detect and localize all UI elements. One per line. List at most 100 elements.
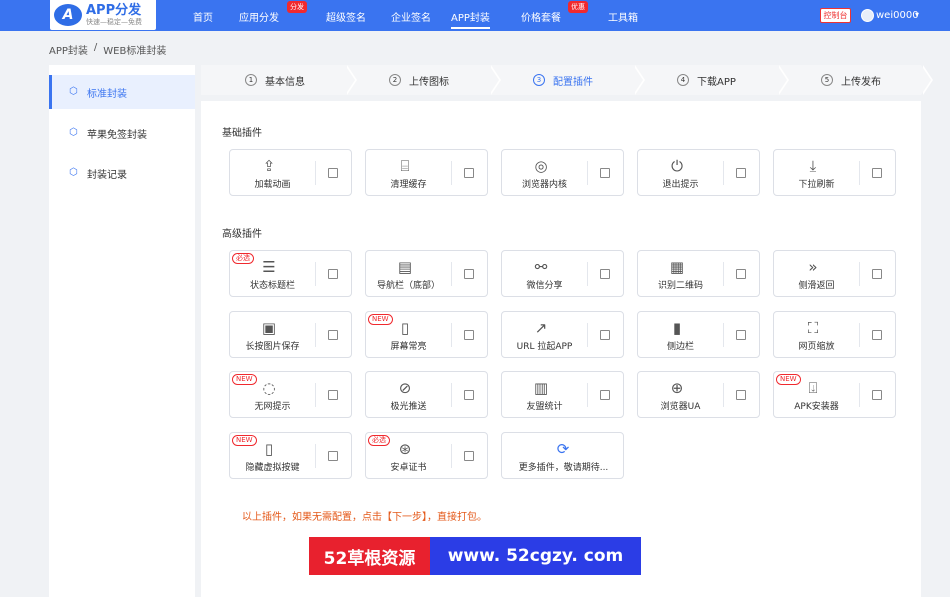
plugin-checkbox[interactable] xyxy=(464,451,474,461)
external-link-icon: ↗ xyxy=(534,319,548,337)
plugin-card[interactable]: ◌ 无网提示 NEW xyxy=(229,371,352,418)
sidebar: ⬡ 标准封装 ⬡ 苹果免签封装 ⬡ 封装记录 xyxy=(49,65,195,597)
avatar[interactable] xyxy=(861,9,874,22)
divider xyxy=(587,161,588,185)
sidebar-item-standard[interactable]: ⬡ 标准封装 xyxy=(49,75,195,109)
plugin-checkbox[interactable] xyxy=(328,390,338,400)
plugin-card[interactable]: ⤓ 下拉刷新 xyxy=(773,149,896,196)
upload-icon: ⇪ xyxy=(262,157,276,175)
plugin-card[interactable]: ▥ 友盟统计 xyxy=(501,371,624,418)
plugin-checkbox[interactable] xyxy=(464,168,474,178)
divider xyxy=(451,383,452,407)
plugin-checkbox[interactable] xyxy=(600,269,610,279)
divider xyxy=(315,444,316,468)
sidebar-item-records[interactable]: ⬡ 封装记录 xyxy=(49,156,195,190)
plugin-checkbox[interactable] xyxy=(872,269,882,279)
plugin-checkbox[interactable] xyxy=(464,330,474,340)
plugin-card[interactable]: ⊛ 安卓证书 必选 xyxy=(365,432,488,479)
certificate-icon: ⊛ xyxy=(398,440,412,458)
top-navbar: A APP分发 快速—稳定—免费 首页 应用分发 分发 超级签名 企业签名 APP… xyxy=(0,0,950,31)
divider xyxy=(859,323,860,347)
plugin-card[interactable]: ▦ 识别二维码 xyxy=(637,250,760,297)
plugin-card[interactable]: ↗ URL 拉起APP xyxy=(501,311,624,358)
bar-chart-icon: ▥ xyxy=(533,379,549,397)
document-icon: ▤ xyxy=(397,258,413,276)
plugin-label: APK安装器 xyxy=(794,402,839,412)
save-icon: ▣ xyxy=(261,319,277,337)
plugin-card[interactable]: ⊘ 极光推送 xyxy=(365,371,488,418)
menu-circle-icon: ☰ xyxy=(262,258,276,276)
pull-down-icon: ⤓ xyxy=(809,157,817,175)
nav-toolbox[interactable]: 工具箱 xyxy=(608,9,638,24)
nav-super-signature[interactable]: 超级签名 xyxy=(326,9,366,24)
plugin-card[interactable]: ⍗ APK安装器 NEW xyxy=(773,371,896,418)
sidebar-item-apple-unsigned[interactable]: ⬡ 苹果免签封装 xyxy=(49,116,195,150)
username[interactable]: wei0000 xyxy=(876,10,919,21)
push-icon: ⊘ xyxy=(398,379,412,397)
divider xyxy=(587,383,588,407)
plugin-label: 侧滑返回 xyxy=(798,281,835,291)
step-basic-info: 1 基本信息 xyxy=(201,65,357,95)
divider xyxy=(723,323,724,347)
plugin-card[interactable]: ▮ 侧边栏 xyxy=(637,311,760,358)
plugin-label: 微信分享 xyxy=(526,281,563,291)
plugin-card[interactable]: ☰ 状态标题栏 必选 xyxy=(229,250,352,297)
plugin-card[interactable]: ▣ 长按图片保存 xyxy=(229,311,352,358)
plugin-checkbox[interactable] xyxy=(600,390,610,400)
plugin-label: 网页缩放 xyxy=(798,342,835,352)
plugin-label: 浏览器内核 xyxy=(521,180,567,190)
globe-icon: ⊕ xyxy=(670,379,684,397)
nav-badge-distribution: 分发 xyxy=(287,1,307,13)
plugin-badge: NEW xyxy=(232,435,257,446)
plugin-checkbox[interactable] xyxy=(600,330,610,340)
plugin-card[interactable]: ⇪ 加载动画 xyxy=(229,149,352,196)
plugin-label: 清理缓存 xyxy=(390,180,427,190)
plugin-checkbox[interactable] xyxy=(464,390,474,400)
plugin-checkbox[interactable] xyxy=(600,168,610,178)
plugin-card[interactable]: ▤ 导航栏（底部） xyxy=(365,250,488,297)
nav-enterprise-signature[interactable]: 企业签名 xyxy=(391,9,431,24)
plugin-config-panel: 基础插件 ⇪ 加载动画 ⌸ 清理缓存 ◎ 浏览器内核 ⏻ 退出提示 ⤓ 下拉刷新 高级插件 ☰ 状态… xyxy=(201,101,921,597)
plugin-card[interactable]: ▯ 隐藏虚拟按键 NEW xyxy=(229,432,352,479)
plugin-checkbox[interactable] xyxy=(328,269,338,279)
chevron-down-icon[interactable]: ▾ xyxy=(915,10,919,19)
plugin-checkbox[interactable] xyxy=(328,168,338,178)
divider xyxy=(859,383,860,407)
plugin-checkbox[interactable] xyxy=(872,390,882,400)
plugin-card[interactable]: ▯ 屏幕常亮 NEW xyxy=(365,311,488,358)
breadcrumb-current: WEB标准封装 xyxy=(103,46,167,57)
nav-pricing[interactable]: 价格套餐 优惠 xyxy=(521,1,588,24)
divider xyxy=(723,262,724,286)
breadcrumb-root[interactable]: APP封装 xyxy=(49,42,88,57)
plugin-card[interactable]: ⌸ 清理缓存 xyxy=(365,149,488,196)
divider xyxy=(587,323,588,347)
plugin-checkbox[interactable] xyxy=(736,390,746,400)
plugin-checkbox[interactable] xyxy=(736,269,746,279)
plugin-checkbox[interactable] xyxy=(736,330,746,340)
power-icon: ⏻ xyxy=(671,157,683,175)
nav-badge-discount: 优惠 xyxy=(568,1,588,13)
nav-app-distribution[interactable]: 应用分发 分发 xyxy=(239,1,307,24)
plugin-card[interactable]: » 侧滑返回 xyxy=(773,250,896,297)
divider xyxy=(859,161,860,185)
plugin-checkbox[interactable] xyxy=(872,168,882,178)
plugin-card[interactable]: ⊕ 浏览器UA xyxy=(637,371,760,418)
plugin-card[interactable]: ⏻ 退出提示 xyxy=(637,149,760,196)
phone-icon: ▯ xyxy=(264,440,274,458)
divider xyxy=(587,262,588,286)
plugin-card[interactable]: ⚯ 微信分享 xyxy=(501,250,624,297)
console-button[interactable]: 控制台 xyxy=(820,8,851,23)
plugin-checkbox[interactable] xyxy=(872,330,882,340)
plugin-checkbox[interactable] xyxy=(464,269,474,279)
divider xyxy=(723,383,724,407)
planet-icon: ◎ xyxy=(534,157,548,175)
plugin-card[interactable]: ◎ 浏览器内核 xyxy=(501,149,624,196)
nav-home[interactable]: 首页 xyxy=(193,9,213,24)
plugin-checkbox[interactable] xyxy=(736,168,746,178)
divider xyxy=(315,262,316,286)
plugin-card[interactable]: ⛶ 网页缩放 xyxy=(773,311,896,358)
nav-app-packaging[interactable]: APP封装 xyxy=(451,9,490,29)
plugin-checkbox[interactable] xyxy=(328,451,338,461)
plugin-label: 退出提示 xyxy=(662,180,699,190)
plugin-checkbox[interactable] xyxy=(328,330,338,340)
